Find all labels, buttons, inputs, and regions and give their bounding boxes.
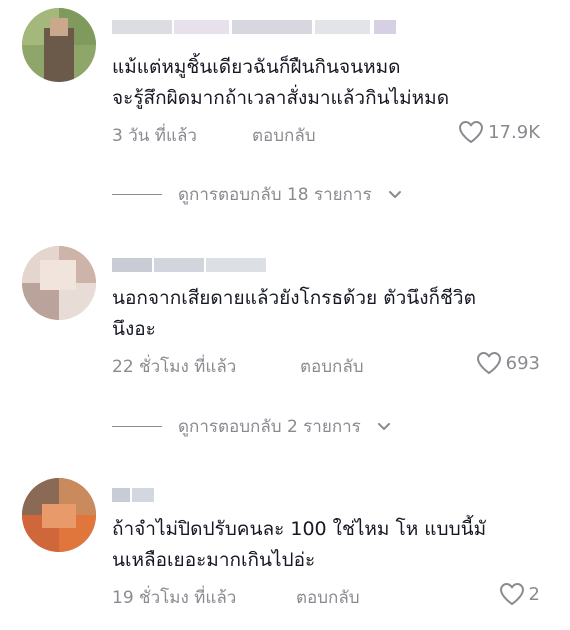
comment-time: 3 วัน ที่แล้ว <box>112 126 197 146</box>
username-obscured[interactable] <box>112 484 172 506</box>
avatar[interactable] <box>22 8 96 82</box>
divider-line <box>112 194 162 195</box>
heart-outline-icon <box>499 583 524 605</box>
like-button[interactable]: 693 <box>476 351 540 375</box>
comment-text: นอกจากเสียดายแล้วยังโกรธด้วย ตัวนึงก็ชีว… <box>112 287 476 340</box>
chevron-down-icon <box>388 190 401 198</box>
like-button[interactable]: 17.9K <box>458 120 540 144</box>
reply-button[interactable]: ตอบกลับ <box>296 584 360 611</box>
heart-outline-icon <box>476 352 501 374</box>
username-obscured[interactable] <box>112 254 272 276</box>
divider-line <box>112 426 162 427</box>
comment-text: ถ้าจำไม่ปิดปรับคนละ 100 ใช่ไหม โห แบบนี้… <box>112 518 487 571</box>
view-replies-label: ดูการตอบกลับ 18 รายการ <box>178 185 372 205</box>
comment-time: 19 ชั่วโมง ที่แล้ว <box>112 588 237 608</box>
comment-2: นอกจากเสียดายแล้วยังโกรธด้วย ตัวนึงก็ชีว… <box>0 240 570 455</box>
heart-outline-icon <box>459 121 484 143</box>
reply-button[interactable]: ตอบกลับ <box>252 122 316 149</box>
avatar[interactable] <box>22 246 96 320</box>
view-replies-button[interactable]: ดูการตอบกลับ 2 รายการ <box>112 413 391 440</box>
like-count: 2 <box>528 583 540 605</box>
comment-1: แม้แต่หมูชิ้นเดียวฉันก็ฝืนกินจนหมด จะรู้… <box>0 0 570 215</box>
view-replies-button[interactable]: ดูการตอบกลับ 18 รายการ <box>112 181 402 208</box>
comment-3: ถ้าจำไม่ปิดปรับคนละ 100 ใช่ไหม โห แบบนี้… <box>0 470 570 630</box>
like-count: 693 <box>505 352 540 374</box>
comment-time: 22 ชั่วโมง ที่แล้ว <box>112 357 237 377</box>
comment-text: แม้แต่หมูชิ้นเดียวฉันก็ฝืนกินจนหมด จะรู้… <box>112 56 450 109</box>
like-count: 17.9K <box>488 121 540 143</box>
like-button[interactable]: 2 <box>499 582 540 606</box>
view-replies-label: ดูการตอบกลับ 2 รายการ <box>178 417 361 437</box>
reply-button[interactable]: ตอบกลับ <box>300 353 364 380</box>
avatar[interactable] <box>22 478 96 552</box>
username-obscured[interactable] <box>112 16 402 38</box>
chevron-down-icon <box>377 422 390 430</box>
